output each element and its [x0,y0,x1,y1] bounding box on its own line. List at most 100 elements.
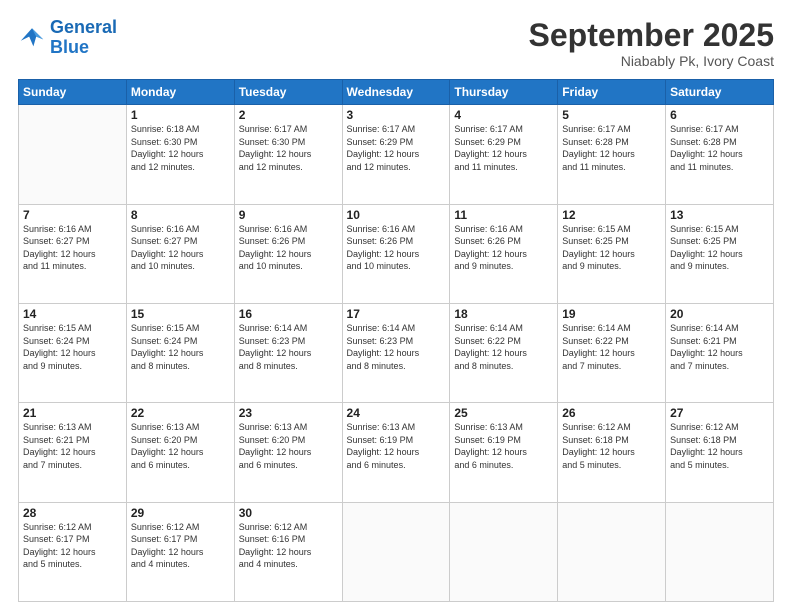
calendar-cell: 19Sunrise: 6:14 AM Sunset: 6:22 PM Dayli… [558,303,666,402]
day-number: 4 [454,108,553,122]
title-block: September 2025 Niabably Pk, Ivory Coast [529,18,774,69]
calendar-cell: 14Sunrise: 6:15 AM Sunset: 6:24 PM Dayli… [19,303,127,402]
day-info: Sunrise: 6:12 AM Sunset: 6:16 PM Dayligh… [239,521,338,571]
calendar-cell: 17Sunrise: 6:14 AM Sunset: 6:23 PM Dayli… [342,303,450,402]
day-number: 24 [347,406,446,420]
day-info: Sunrise: 6:15 AM Sunset: 6:24 PM Dayligh… [23,322,122,372]
day-info: Sunrise: 6:15 AM Sunset: 6:25 PM Dayligh… [670,223,769,273]
day-number: 9 [239,208,338,222]
calendar-header-row: SundayMondayTuesdayWednesdayThursdayFrid… [19,80,774,105]
day-info: Sunrise: 6:14 AM Sunset: 6:22 PM Dayligh… [562,322,661,372]
day-number: 21 [23,406,122,420]
calendar-cell: 9Sunrise: 6:16 AM Sunset: 6:26 PM Daylig… [234,204,342,303]
calendar-cell: 11Sunrise: 6:16 AM Sunset: 6:26 PM Dayli… [450,204,558,303]
logo: General Blue [18,18,117,58]
calendar-cell: 30Sunrise: 6:12 AM Sunset: 6:16 PM Dayli… [234,502,342,601]
day-info: Sunrise: 6:13 AM Sunset: 6:20 PM Dayligh… [239,421,338,471]
weekday-header: Wednesday [342,80,450,105]
header: General Blue September 2025 Niabably Pk,… [18,18,774,69]
day-number: 19 [562,307,661,321]
day-info: Sunrise: 6:14 AM Sunset: 6:22 PM Dayligh… [454,322,553,372]
day-info: Sunrise: 6:13 AM Sunset: 6:21 PM Dayligh… [23,421,122,471]
day-number: 14 [23,307,122,321]
calendar-cell: 12Sunrise: 6:15 AM Sunset: 6:25 PM Dayli… [558,204,666,303]
calendar-cell: 21Sunrise: 6:13 AM Sunset: 6:21 PM Dayli… [19,403,127,502]
day-number: 12 [562,208,661,222]
location: Niabably Pk, Ivory Coast [529,53,774,69]
calendar-week-row: 7 Sunrise: 6:16 AM Sunset: 6:27 PM Daylig… [19,204,774,303]
calendar-cell: 25Sunrise: 6:13 AM Sunset: 6:19 PM Dayli… [450,403,558,502]
day-info: Sunrise: 6:16 AM Sunset: 6:26 PM Dayligh… [347,223,446,273]
day-info: Sunrise: 6:13 AM Sunset: 6:20 PM Dayligh… [131,421,230,471]
day-number: 27 [670,406,769,420]
day-info: Sunrise: 6:14 AM Sunset: 6:23 PM Dayligh… [347,322,446,372]
weekday-header: Saturday [666,80,774,105]
day-info: Sunrise: 6:14 AM Sunset: 6:23 PM Dayligh… [239,322,338,372]
calendar-cell: 20Sunrise: 6:14 AM Sunset: 6:21 PM Dayli… [666,303,774,402]
weekday-header: Friday [558,80,666,105]
calendar-cell: 16Sunrise: 6:14 AM Sunset: 6:23 PM Dayli… [234,303,342,402]
calendar-cell: 13Sunrise: 6:15 AM Sunset: 6:25 PM Dayli… [666,204,774,303]
day-info: Sunrise: 6:16 AM Sunset: 6:27 PM Dayligh… [131,223,230,273]
calendar-cell [558,502,666,601]
day-number: 29 [131,506,230,520]
calendar-cell: 8Sunrise: 6:16 AM Sunset: 6:27 PM Daylig… [126,204,234,303]
weekday-header: Sunday [19,80,127,105]
calendar-cell: 6Sunrise: 6:17 AM Sunset: 6:28 PM Daylig… [666,105,774,204]
calendar-cell [19,105,127,204]
day-number: 2 [239,108,338,122]
day-number: 13 [670,208,769,222]
month-title: September 2025 [529,18,774,53]
calendar-cell [666,502,774,601]
day-number: 5 [562,108,661,122]
calendar-cell [342,502,450,601]
calendar-cell: 18Sunrise: 6:14 AM Sunset: 6:22 PM Dayli… [450,303,558,402]
day-number: 17 [347,307,446,321]
day-number: 20 [670,307,769,321]
calendar-cell: 27Sunrise: 6:12 AM Sunset: 6:18 PM Dayli… [666,403,774,502]
calendar-week-row: 1Sunrise: 6:18 AM Sunset: 6:30 PM Daylig… [19,105,774,204]
day-info: Sunrise: 6:16 AM Sunset: 6:26 PM Dayligh… [239,223,338,273]
day-number: 11 [454,208,553,222]
calendar-cell: 28Sunrise: 6:12 AM Sunset: 6:17 PM Dayli… [19,502,127,601]
calendar-cell: 1Sunrise: 6:18 AM Sunset: 6:30 PM Daylig… [126,105,234,204]
day-number: 23 [239,406,338,420]
calendar-cell: 29Sunrise: 6:12 AM Sunset: 6:17 PM Dayli… [126,502,234,601]
day-number: 30 [239,506,338,520]
day-number: 7 [23,208,122,222]
day-info: Sunrise: 6:12 AM Sunset: 6:18 PM Dayligh… [562,421,661,471]
day-info: Sunrise: 6:17 AM Sunset: 6:30 PM Dayligh… [239,123,338,173]
day-info: Sunrise: 6:15 AM Sunset: 6:24 PM Dayligh… [131,322,230,372]
day-info: Sunrise: 6:13 AM Sunset: 6:19 PM Dayligh… [454,421,553,471]
weekday-header: Monday [126,80,234,105]
day-info: Sunrise: 6:17 AM Sunset: 6:29 PM Dayligh… [347,123,446,173]
day-info: Sunrise: 6:16 AM Sunset: 6:26 PM Dayligh… [454,223,553,273]
calendar-cell: 15Sunrise: 6:15 AM Sunset: 6:24 PM Dayli… [126,303,234,402]
day-number: 18 [454,307,553,321]
calendar-table: SundayMondayTuesdayWednesdayThursdayFrid… [18,79,774,602]
day-info: Sunrise: 6:14 AM Sunset: 6:21 PM Dayligh… [670,322,769,372]
day-number: 26 [562,406,661,420]
day-info: Sunrise: 6:12 AM Sunset: 6:17 PM Dayligh… [23,521,122,571]
day-info: Sunrise: 6:17 AM Sunset: 6:28 PM Dayligh… [670,123,769,173]
calendar-cell: 5Sunrise: 6:17 AM Sunset: 6:28 PM Daylig… [558,105,666,204]
calendar-week-row: 21Sunrise: 6:13 AM Sunset: 6:21 PM Dayli… [19,403,774,502]
calendar-cell: 10Sunrise: 6:16 AM Sunset: 6:26 PM Dayli… [342,204,450,303]
calendar-cell: 4Sunrise: 6:17 AM Sunset: 6:29 PM Daylig… [450,105,558,204]
day-number: 16 [239,307,338,321]
day-info: Sunrise: 6:12 AM Sunset: 6:18 PM Dayligh… [670,421,769,471]
calendar-week-row: 14Sunrise: 6:15 AM Sunset: 6:24 PM Dayli… [19,303,774,402]
day-number: 6 [670,108,769,122]
calendar-cell: 26Sunrise: 6:12 AM Sunset: 6:18 PM Dayli… [558,403,666,502]
calendar-cell: 3Sunrise: 6:17 AM Sunset: 6:29 PM Daylig… [342,105,450,204]
day-number: 22 [131,406,230,420]
weekday-header: Thursday [450,80,558,105]
day-number: 8 [131,208,230,222]
calendar-week-row: 28Sunrise: 6:12 AM Sunset: 6:17 PM Dayli… [19,502,774,601]
day-number: 28 [23,506,122,520]
day-info: Sunrise: 6:17 AM Sunset: 6:28 PM Dayligh… [562,123,661,173]
day-number: 15 [131,307,230,321]
calendar-cell: 23Sunrise: 6:13 AM Sunset: 6:20 PM Dayli… [234,403,342,502]
logo-text: General Blue [50,18,117,58]
calendar-cell [450,502,558,601]
